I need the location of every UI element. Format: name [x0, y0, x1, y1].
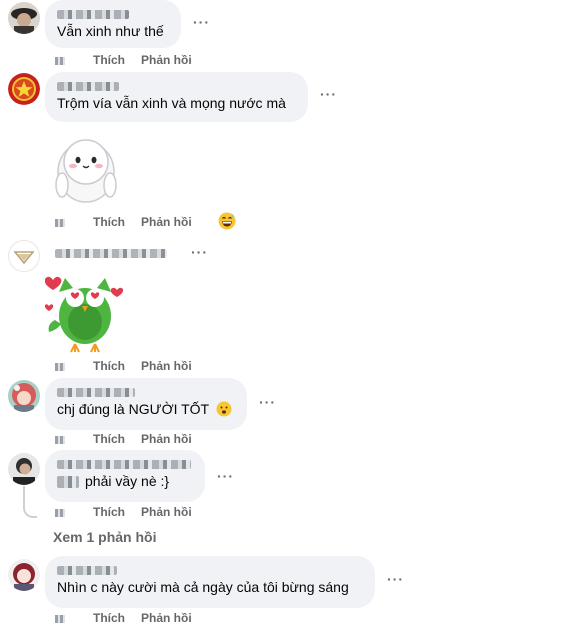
comment-author[interactable] [57, 456, 193, 472]
comment-bubble: chj đúng là NGƯỜI TỐT [45, 378, 247, 430]
comment-author[interactable] [57, 562, 363, 578]
comment-author[interactable] [57, 384, 235, 400]
more-options-button[interactable]: ··· [217, 468, 234, 484]
reply-button[interactable]: Phản hồi [141, 611, 192, 625]
avatar[interactable] [8, 380, 40, 412]
comment-text: Nhìn c này cười mà cả ngày của tôi bừng … [57, 579, 349, 595]
comment-text: phải vầy nè :} [57, 472, 193, 490]
red-hair-girl-icon [8, 559, 40, 591]
reply-button[interactable]: Phản hồi [141, 53, 192, 67]
comment-bubble: Nhìn c này cười mà cả ngày của tôi bừng … [45, 556, 375, 608]
frowning-emoji-icon [216, 401, 232, 417]
view-replies-link[interactable]: Xem 1 phản hồi [53, 529, 156, 545]
white-blob-sticker [50, 130, 122, 206]
reply-button[interactable]: Phản hồi [141, 432, 192, 446]
more-options-button[interactable]: ··· [320, 86, 337, 102]
like-button[interactable]: Thích [93, 359, 125, 373]
green-owl-hearts-sticker [44, 270, 125, 354]
more-options-button[interactable]: ··· [259, 394, 276, 410]
avatar[interactable] [8, 240, 40, 272]
dark-portrait-icon [8, 453, 40, 485]
comment-author[interactable] [57, 78, 296, 94]
grinning-sweat-emoji-icon[interactable] [218, 212, 236, 230]
comment-text: chj đúng là NGƯỜI TỐT [57, 400, 235, 418]
anime-girl-icon [8, 380, 40, 412]
like-button[interactable]: Thích [93, 215, 125, 229]
timestamp[interactable] [55, 52, 93, 68]
comment-text: Vẫn xinh như thế [57, 23, 164, 39]
comment-actions: Thích Phản hồi [55, 358, 208, 374]
comment-actions: Thích Phản hồi [55, 52, 208, 68]
timestamp[interactable] [55, 610, 93, 626]
reply-thread-line [23, 486, 37, 518]
comment-bubble: Vẫn xinh như thế [45, 0, 181, 48]
timestamp[interactable] [55, 504, 93, 520]
comment-actions: Thích Phản hồi [55, 214, 208, 230]
avatar[interactable] [8, 73, 40, 105]
comment-bubble: phải vầy nè :} [45, 450, 205, 502]
red-star-emblem-icon [8, 73, 40, 105]
reply-button[interactable]: Phản hồi [141, 505, 192, 519]
more-options-button[interactable]: ··· [193, 14, 210, 30]
comment-actions: Thích Phản hồi [55, 610, 208, 626]
like-button[interactable]: Thích [93, 53, 125, 67]
triangle-logo-icon [8, 240, 40, 272]
comment-text: Trộm vía vẫn xinh và mọng nước mà [57, 95, 286, 111]
like-button[interactable]: Thích [93, 505, 125, 519]
comment-actions: Thích Phản hồi [55, 504, 208, 520]
green-owl-hearts-sticker-icon [44, 276, 124, 353]
timestamp[interactable] [55, 358, 93, 374]
dark-hat-portrait-icon [8, 2, 40, 34]
reply-button[interactable]: Phản hồi [141, 359, 192, 373]
timestamp[interactable] [55, 431, 93, 447]
avatar[interactable] [8, 453, 40, 485]
more-options-button[interactable]: ··· [191, 244, 208, 260]
like-button[interactable]: Thích [93, 432, 125, 446]
reply-button[interactable]: Phản hồi [141, 215, 192, 229]
avatar[interactable] [8, 2, 40, 34]
more-options-button[interactable]: ··· [387, 571, 404, 587]
comment-author[interactable] [57, 6, 169, 22]
avatar[interactable] [8, 559, 40, 591]
comment-bubble: Trộm vía vẫn xinh và mọng nước mà [45, 72, 308, 122]
white-blob-sticker-icon [55, 139, 117, 203]
timestamp[interactable] [55, 214, 93, 230]
like-button[interactable]: Thích [93, 611, 125, 625]
comment-actions: Thích Phản hồi [55, 431, 208, 447]
comment-author[interactable] [55, 245, 167, 263]
